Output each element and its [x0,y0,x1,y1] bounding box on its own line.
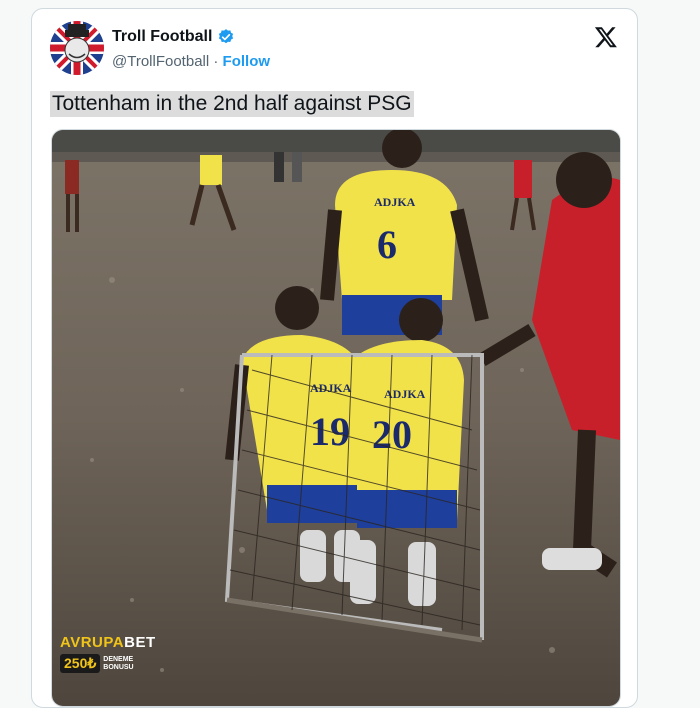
watermark-amount: 250₺ [60,654,101,673]
separator: · [209,53,223,70]
author-name[interactable]: Troll Football [112,28,212,46]
watermark-line2: BONUSU [103,663,134,671]
jersey-name-6: ADJKA [374,195,416,209]
jersey-number-20: 20 [372,412,412,457]
watermark-brand-bet: BET [124,634,156,651]
x-logo-icon[interactable] [594,25,618,49]
jersey-number-6: 6 [377,222,397,267]
author-handle[interactable]: @TrollFootball [112,53,209,70]
follow-button[interactable]: Follow [223,53,271,70]
handle-row: @TrollFootball · Follow [112,53,270,70]
tweet-media-image[interactable]: 6 ADJKA 19 20 ADJKA ADJKA AVRUPABET 250₺… [51,129,621,707]
watermark-brand: AVRUPA [60,634,125,651]
verified-badge-icon [219,29,234,44]
watermark-line1: DENEME [103,655,134,663]
watermark: AVRUPABET 250₺ DENEME BONUSU [60,634,156,673]
avatar[interactable] [50,21,104,75]
tweet-card[interactable]: Troll Football @TrollFootball · Follow T… [31,8,638,708]
tweet-text: Tottenham in the 2nd half against PSG [50,91,414,117]
